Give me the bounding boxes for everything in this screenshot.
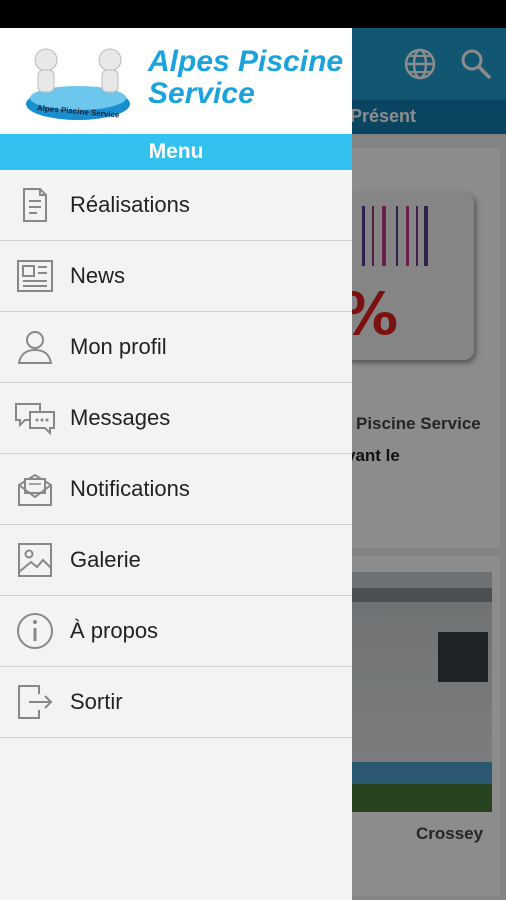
brand-name: Alpes Piscine Service xyxy=(148,46,343,110)
status-bar xyxy=(0,0,506,28)
menu-title: Menu xyxy=(0,134,352,170)
exit-icon xyxy=(18,685,53,719)
chat-icon xyxy=(15,403,55,436)
navigation-drawer: Alpes Piscine Service Alpes Piscine Serv… xyxy=(0,28,352,900)
app-screen: Présent % Piscine Service vant le Crosse… xyxy=(0,28,506,900)
info-icon xyxy=(17,613,53,649)
menu-item-news[interactable]: News xyxy=(0,241,352,312)
menu-item-label: À propos xyxy=(70,618,159,643)
drawer-header: Alpes Piscine Service Alpes Piscine Serv… xyxy=(0,28,352,134)
menu-item-sortir[interactable]: Sortir xyxy=(0,667,352,738)
envelope-icon xyxy=(18,473,52,506)
brand-line-1: Alpes Piscine xyxy=(148,45,344,78)
menu-item-galerie[interactable]: Galerie xyxy=(0,525,352,596)
menu-item-label: News xyxy=(70,263,126,288)
menu-item-mon-profil[interactable]: Mon profil xyxy=(0,312,352,383)
menu-item-label: Mon profil xyxy=(70,334,167,359)
menu-item-realisations[interactable]: Réalisations xyxy=(0,170,352,241)
menu-item-a-propos[interactable]: À propos xyxy=(0,596,352,667)
user-icon xyxy=(17,331,53,364)
menu-item-label: Réalisations xyxy=(70,192,190,217)
menu-item-label: Sortir xyxy=(70,689,123,714)
menu-item-notifications[interactable]: Notifications xyxy=(0,454,352,525)
brand-line-2: Service xyxy=(148,77,255,110)
newspaper-icon xyxy=(17,260,53,292)
menu-item-label: Messages xyxy=(70,405,171,430)
menu-item-label: Galerie xyxy=(70,547,141,572)
menu-item-label: Notifications xyxy=(70,476,190,501)
document-icon xyxy=(23,188,47,222)
image-icon xyxy=(18,543,52,577)
drawer-menu-list: Réalisations News Mon profil Messages No… xyxy=(0,170,352,738)
menu-item-messages[interactable]: Messages xyxy=(0,383,352,454)
company-logo: Alpes Piscine Service xyxy=(26,48,130,120)
